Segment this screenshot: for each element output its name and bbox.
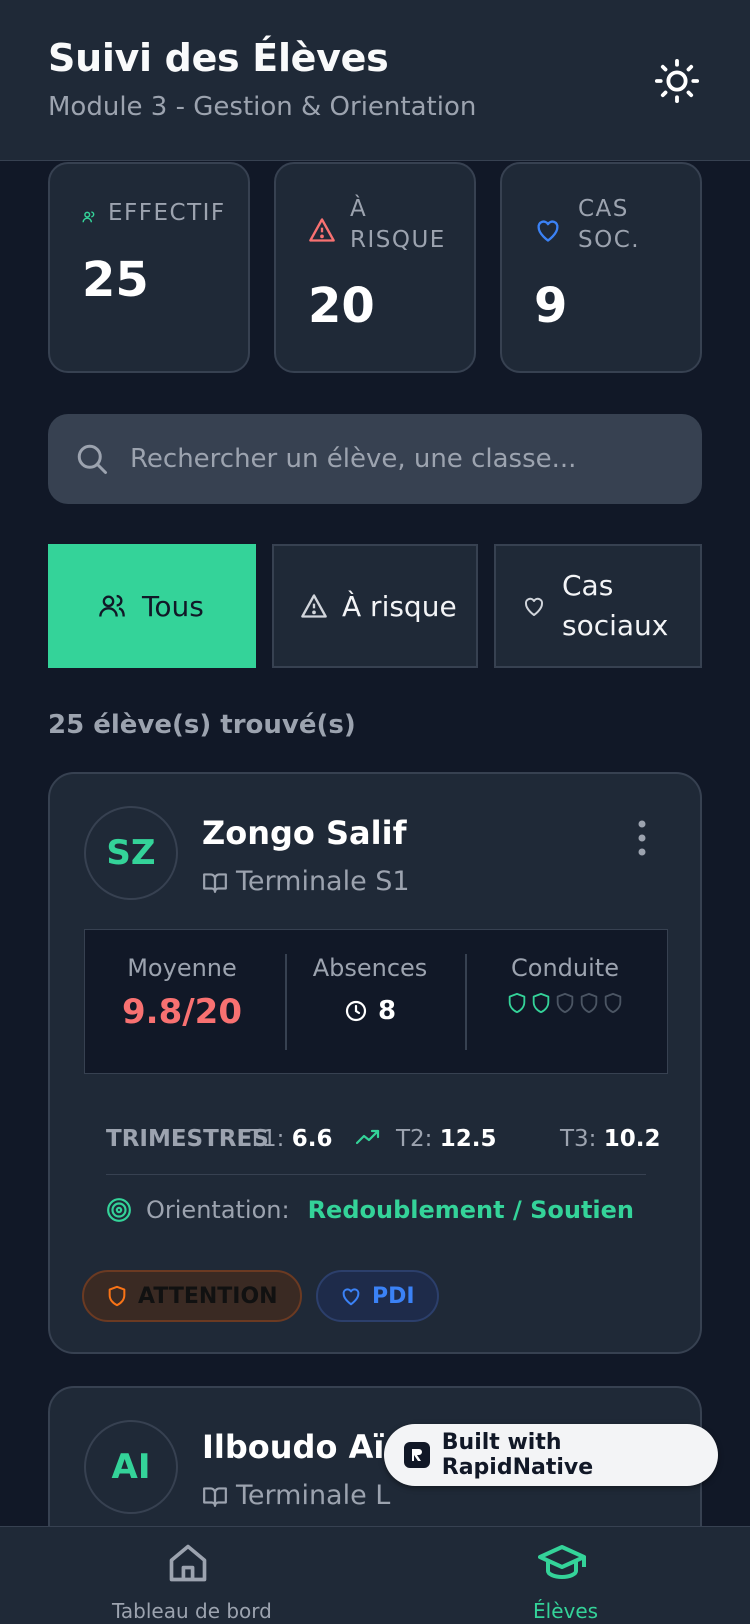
trimestre-2: T2: 12.5 [396, 1126, 497, 1152]
metric-absences: Absences 8 [312, 954, 428, 1026]
bottom-nav: Tableau de bord Élèves [0, 1526, 750, 1624]
target-icon [107, 1198, 131, 1222]
built-with-badge[interactable]: Built with RapidNative [384, 1424, 718, 1486]
search-input[interactable] [130, 414, 690, 504]
stat-card-effectif: EFFECTIF 25 [48, 162, 250, 373]
shield-icon [108, 1285, 126, 1307]
page-subtitle: Module 3 - Gestion & Orientation [48, 92, 477, 122]
orientation-value: Redoublement / Soutien [307, 1196, 635, 1224]
student-metrics: Moyenne 9.8/20 Absences 8 Conduite [84, 929, 668, 1074]
nav-item-students[interactable]: Élèves [510, 1527, 614, 1624]
student-class: Terminale L [202, 1480, 390, 1511]
moyenne-value: 9.8/20 [122, 992, 242, 1032]
stat-card-at-risk: À RISQUE 20 [274, 162, 476, 373]
filter-all-button[interactable]: Tous [48, 544, 256, 668]
filter-social-button[interactable]: Cas sociaux [494, 544, 702, 668]
shield-filled-icon [508, 992, 526, 1014]
avatar: SZ [84, 806, 178, 900]
trimestres-label: TRIMESTRES [106, 1126, 269, 1152]
rapidnative-logo-icon [404, 1442, 430, 1468]
stat-value: 25 [82, 252, 149, 308]
book-open-icon [203, 1486, 227, 1507]
alert-triangle-icon [301, 594, 327, 618]
conduite-rating [465, 992, 665, 1014]
orientation-label: Orientation: [146, 1196, 290, 1224]
shield-empty-icon [604, 992, 622, 1014]
app-header: Suivi des Élèves Module 3 - Gestion & Or… [0, 0, 750, 161]
stat-label: EFFECTIF [108, 200, 226, 226]
trending-up-icon [356, 1129, 380, 1145]
divider [106, 1174, 646, 1175]
heart-icon [524, 597, 544, 616]
sun-icon [654, 58, 700, 104]
search-bar [48, 414, 702, 504]
users-icon [82, 211, 95, 223]
metric-moyenne: Moyenne 9.8/20 [85, 930, 279, 1075]
book-open-icon [203, 872, 227, 893]
alert-triangle-icon [309, 218, 335, 242]
users-icon [99, 594, 125, 617]
student-class: Terminale S1 [202, 866, 410, 897]
student-name: Zongo Salif [202, 814, 407, 852]
attention-badge: ATTENTION [82, 1270, 302, 1322]
graduation-cap-icon [538, 1545, 586, 1579]
clock-icon [345, 1000, 367, 1022]
more-vertical-icon[interactable] [630, 818, 654, 858]
avatar: AI [84, 1420, 178, 1514]
search-icon [77, 444, 107, 474]
stat-value: 9 [534, 278, 568, 334]
theme-toggle-button[interactable] [652, 56, 702, 106]
heart-icon [537, 220, 559, 242]
trimestre-1: T1: 6.6 [248, 1126, 333, 1152]
filter-label: Tous [142, 589, 204, 623]
stat-label: À RISQUE [350, 196, 446, 253]
filter-at-risk-button[interactable]: À risque [272, 544, 478, 668]
shield-filled-icon [532, 992, 550, 1014]
trimestre-3: T3: 10.2 [560, 1126, 661, 1152]
orientation-row: Orientation: Redoublement / Soutien [106, 1196, 634, 1224]
metric-conduite: Conduite [465, 930, 665, 1075]
heart-icon [342, 1288, 360, 1306]
pdi-badge: PDI [316, 1270, 439, 1322]
stat-value: 20 [308, 278, 375, 334]
stat-label: CAS SOC. [578, 196, 641, 253]
absences-value: 8 [377, 996, 397, 1026]
stat-card-social: CAS SOC. 9 [500, 162, 702, 373]
trimestres-row: TRIMESTRES T1: 6.6 T2: 12.5 T3: 10.2 [106, 1126, 661, 1160]
nav-item-dashboard[interactable]: Tableau de bord [88, 1527, 288, 1624]
filter-label: À risque [342, 589, 457, 623]
filter-label: Cas sociaux [562, 569, 669, 642]
results-count: 25 élève(s) trouvé(s) [48, 710, 356, 740]
student-card[interactable]: SZ Zongo Salif Terminale S1 Moyenne 9.8/… [48, 772, 702, 1354]
shield-empty-icon [556, 992, 574, 1014]
shield-empty-icon [580, 992, 598, 1014]
page-title: Suivi des Élèves [48, 36, 389, 80]
home-icon [169, 1544, 207, 1582]
